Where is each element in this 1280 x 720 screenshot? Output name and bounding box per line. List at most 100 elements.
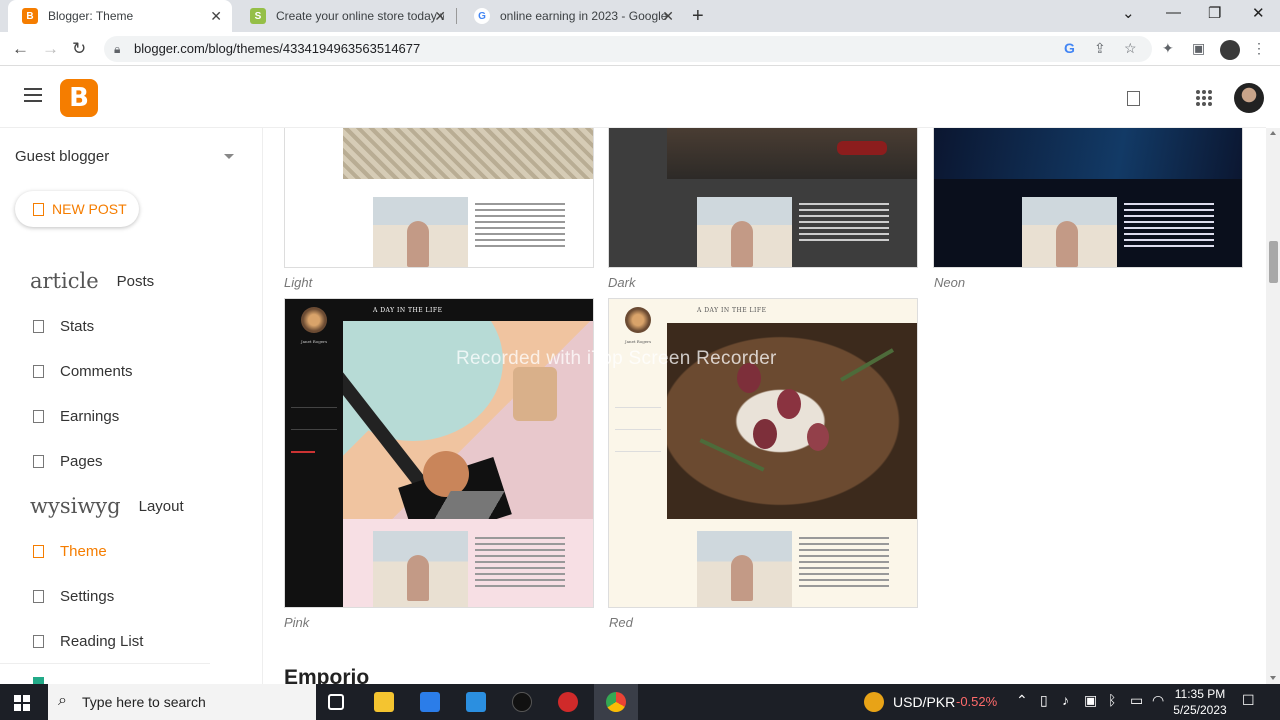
sidebar-item-label: Comments (60, 362, 133, 380)
sidebar-item-reading-list[interactable]: Reading List (0, 621, 263, 661)
sidebar-item-stats[interactable]: Stats (0, 306, 263, 346)
sidebar-item-layout[interactable]: wysiwyg Layout (0, 486, 263, 526)
notifications-icon[interactable]: ☐ (1242, 692, 1255, 709)
tab-shopify[interactable]: S Create your online store today w ✕ (236, 0, 456, 32)
address-bar[interactable]: 🔒︎ blogger.com/blog/themes/4334194963563… (104, 36, 1152, 62)
theme-card-dark[interactable] (608, 128, 918, 268)
battery-icon[interactable]: ▭ (1130, 692, 1143, 709)
tab-separator (456, 8, 457, 24)
extensions-puzzle-icon[interactable]: ✦ (1162, 40, 1174, 57)
scroll-up-arrow-icon[interactable] (1270, 131, 1276, 135)
tab-search-chevron-icon[interactable]: ⌄ (1122, 4, 1135, 22)
blogger-header: B (0, 66, 1266, 128)
sidebar-item-settings[interactable]: Settings (0, 576, 263, 616)
reload-icon[interactable]: ↻ (72, 39, 86, 59)
windows-start-icon[interactable] (14, 695, 30, 711)
blogger-logo[interactable]: B (60, 79, 98, 117)
currency-pair: USD/PKR (893, 694, 956, 710)
hamburger-menu-icon[interactable] (24, 88, 42, 102)
theme-card-red[interactable]: Janet Rogers A DAY IN THE LIFE (608, 298, 918, 608)
sidebar-item-label: Layout (138, 497, 184, 515)
theme-preview-topbar: A DAY IN THE LIFE (343, 299, 593, 321)
google-favicon-icon: G (474, 8, 490, 24)
microsoft-store-icon[interactable] (420, 692, 440, 712)
currency-widget-icon[interactable] (864, 692, 884, 712)
close-window-icon[interactable]: ✕ (1252, 4, 1265, 22)
theme-preview-body (285, 187, 593, 267)
sidebar-item-earnings[interactable]: Earnings (0, 396, 263, 436)
tray-device-icon[interactable]: ▯ (1040, 692, 1048, 709)
theme-preview-heading: A DAY IN THE LIFE (697, 307, 767, 314)
sidebar-item-theme[interactable]: Theme (0, 531, 263, 571)
pages-icon (33, 454, 44, 468)
google-lens-icon[interactable]: G (1064, 40, 1075, 56)
chrome-menu-icon[interactable]: ⋮ (1252, 40, 1266, 57)
search-icon: ⌕ (58, 692, 67, 709)
dropdown-caret-icon[interactable] (224, 154, 234, 159)
view-blog-icon[interactable] (1127, 91, 1140, 106)
sidebar-item-pages[interactable]: Pages (0, 441, 263, 481)
browser-profile-avatar[interactable] (1220, 40, 1240, 60)
theme-icon (33, 544, 44, 558)
account-avatar[interactable] (1234, 83, 1264, 113)
lock-icon: 🔒︎ (114, 42, 121, 56)
taskbar-clock[interactable]: 11:35 PM 5/25/2023 (1170, 686, 1230, 718)
comments-icon (33, 364, 44, 378)
bookmark-star-icon[interactable]: ☆ (1124, 40, 1137, 57)
theme-card-neon[interactable] (933, 128, 1243, 268)
theme-gallery: Light Dark Neon Janet Rogers A DAY IN TH… (264, 128, 1266, 684)
forward-arrow-icon[interactable]: → (42, 39, 59, 59)
theme-preview-heading: A DAY IN THE LIFE (373, 307, 443, 314)
page-scrollbar[interactable] (1266, 128, 1280, 684)
wysiwyg-icon: wysiwyg (30, 494, 121, 518)
taskbar-active-app[interactable] (594, 684, 638, 720)
screen-recorder-icon[interactable] (558, 692, 578, 712)
browser-tab-bar: B Blogger: Theme ✕ S Create your online … (0, 0, 1280, 32)
windows-taskbar: ⌕ Type here to search USD/PKR -0.52% ⌃ ▯… (0, 684, 1280, 720)
theme-preview-hero (667, 128, 917, 179)
currency-change: -0.52% (956, 694, 998, 709)
close-tab-icon[interactable]: ✕ (434, 8, 446, 25)
tab-title: online earning in 2023 - Google (500, 9, 668, 23)
clock-time: 11:35 PM (1174, 687, 1226, 701)
back-arrow-icon[interactable]: ← (12, 39, 29, 59)
bluetooth-icon[interactable]: ᛒ (1108, 692, 1116, 708)
taskbar-search-box[interactable]: ⌕ Type here to search (48, 684, 316, 720)
earnings-icon (33, 409, 44, 423)
theme-name-light: Light (284, 275, 313, 290)
theme-card-pink[interactable]: Janet Rogers A DAY IN THE LIFE (284, 298, 594, 608)
google-apps-grid-icon[interactable] (1196, 90, 1212, 106)
share-icon[interactable]: ⇪ (1094, 40, 1106, 57)
theme-name-dark: Dark (608, 275, 636, 290)
close-tab-icon[interactable]: ✕ (662, 8, 674, 25)
tray-camera-icon[interactable]: ▣ (1084, 692, 1097, 709)
new-tab-plus-icon[interactable]: + (692, 5, 704, 28)
scroll-down-arrow-icon[interactable] (1270, 676, 1276, 680)
mail-icon[interactable] (466, 692, 486, 712)
microphone-icon[interactable]: ♪ (1062, 692, 1069, 708)
tray-chevron-up-icon[interactable]: ⌃ (1016, 692, 1028, 709)
tiktok-icon[interactable] (512, 692, 532, 712)
theme-card-light[interactable] (284, 128, 594, 268)
sidebar-item-posts[interactable]: article Posts (0, 261, 263, 301)
file-explorer-icon[interactable] (374, 692, 394, 712)
tab-google-search[interactable]: G online earning in 2023 - Google ✕ (460, 0, 684, 32)
theme-preview-author: Janet Rogers (301, 339, 328, 344)
close-tab-icon[interactable]: ✕ (210, 8, 222, 25)
task-view-icon[interactable] (328, 694, 344, 710)
sidebar-item-label: Settings (60, 587, 115, 605)
scrollbar-thumb[interactable] (1269, 241, 1278, 283)
sidebar-item-label: Earnings (60, 407, 120, 425)
settings-icon (33, 589, 44, 603)
new-post-icon (33, 202, 44, 216)
sidebar-item-comments[interactable]: Comments (0, 351, 263, 391)
side-panel-icon[interactable]: ▣ (1192, 40, 1205, 57)
minimize-window-icon[interactable]: — (1166, 4, 1181, 21)
search-placeholder: Type here to search (82, 694, 206, 710)
new-post-button[interactable]: NEW POST (15, 191, 139, 227)
wifi-icon[interactable]: ◠ (1152, 692, 1164, 709)
blog-selector[interactable]: Guest blogger (15, 148, 109, 165)
tab-blogger-theme[interactable]: B Blogger: Theme ✕ (8, 0, 232, 32)
shopify-favicon-icon: S (250, 8, 266, 24)
restore-window-icon[interactable]: ❐ (1208, 4, 1221, 22)
